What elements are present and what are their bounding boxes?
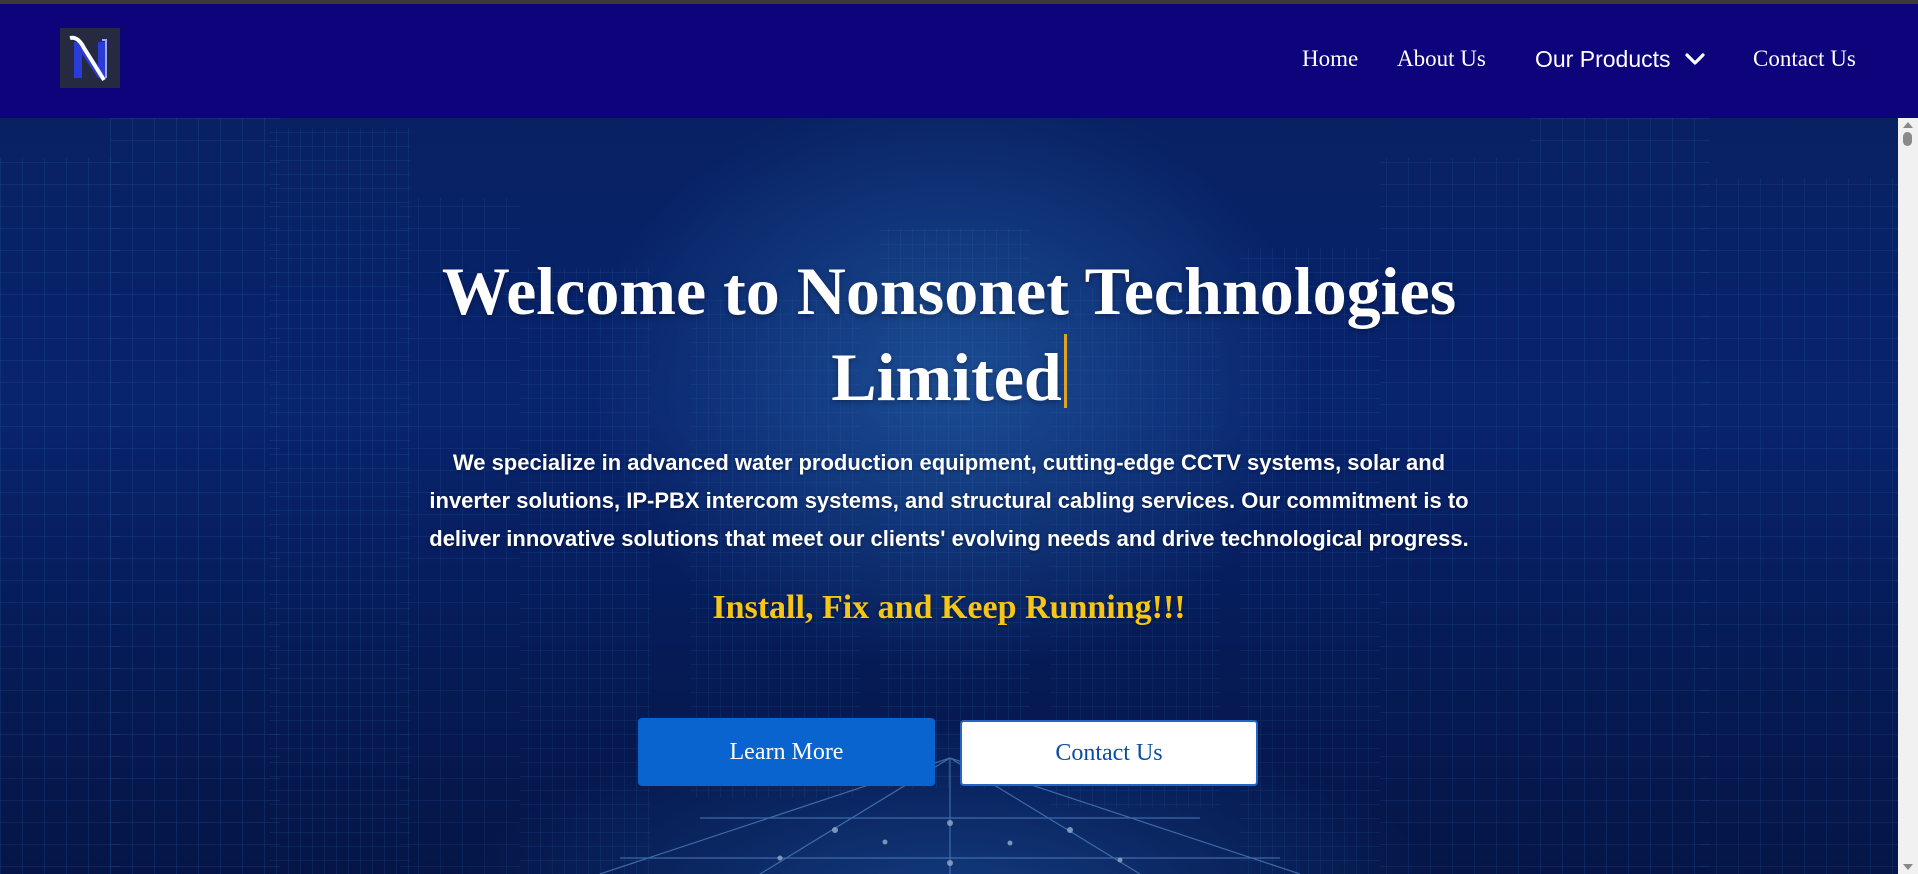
contact-us-button[interactable]: Contact Us bbox=[960, 720, 1258, 786]
nav-products-label: Our Products bbox=[1535, 46, 1671, 72]
learn-more-button[interactable]: Learn More bbox=[638, 718, 935, 786]
scrollbar-thumb[interactable] bbox=[1903, 132, 1912, 146]
nav-contact-link[interactable]: Contact Us bbox=[1753, 44, 1856, 74]
page-scrollbar[interactable] bbox=[1898, 118, 1918, 874]
navbar: Home About Us Our Products Contact Us bbox=[0, 4, 1918, 118]
hero-button-group: Learn More Contact Us bbox=[638, 718, 1258, 790]
nav-home-link[interactable]: Home bbox=[1302, 44, 1358, 74]
scroll-up-icon[interactable] bbox=[1903, 122, 1913, 128]
hero-title-text: Welcome to Nonsonet Technologies Limited bbox=[441, 253, 1457, 415]
scroll-down-icon[interactable] bbox=[1903, 864, 1913, 870]
nav-about-link[interactable]: About Us bbox=[1397, 44, 1486, 74]
hero-content: Welcome to Nonsonet Technologies Limited… bbox=[410, 248, 1488, 630]
hero-description: We specialize in advanced water producti… bbox=[429, 450, 1469, 551]
typing-cursor bbox=[1063, 334, 1067, 408]
hero-title: Welcome to Nonsonet Technologies Limited bbox=[410, 248, 1488, 420]
nav-products-dropdown[interactable]: Our Products bbox=[1535, 44, 1705, 74]
hero-tagline: Install, Fix and Keep Running!!! bbox=[712, 589, 1186, 626]
chevron-down-icon bbox=[1685, 53, 1705, 65]
company-logo[interactable] bbox=[60, 28, 120, 88]
hero-section: Welcome to Nonsonet Technologies Limited… bbox=[0, 118, 1898, 874]
logo-n-icon bbox=[60, 28, 120, 88]
